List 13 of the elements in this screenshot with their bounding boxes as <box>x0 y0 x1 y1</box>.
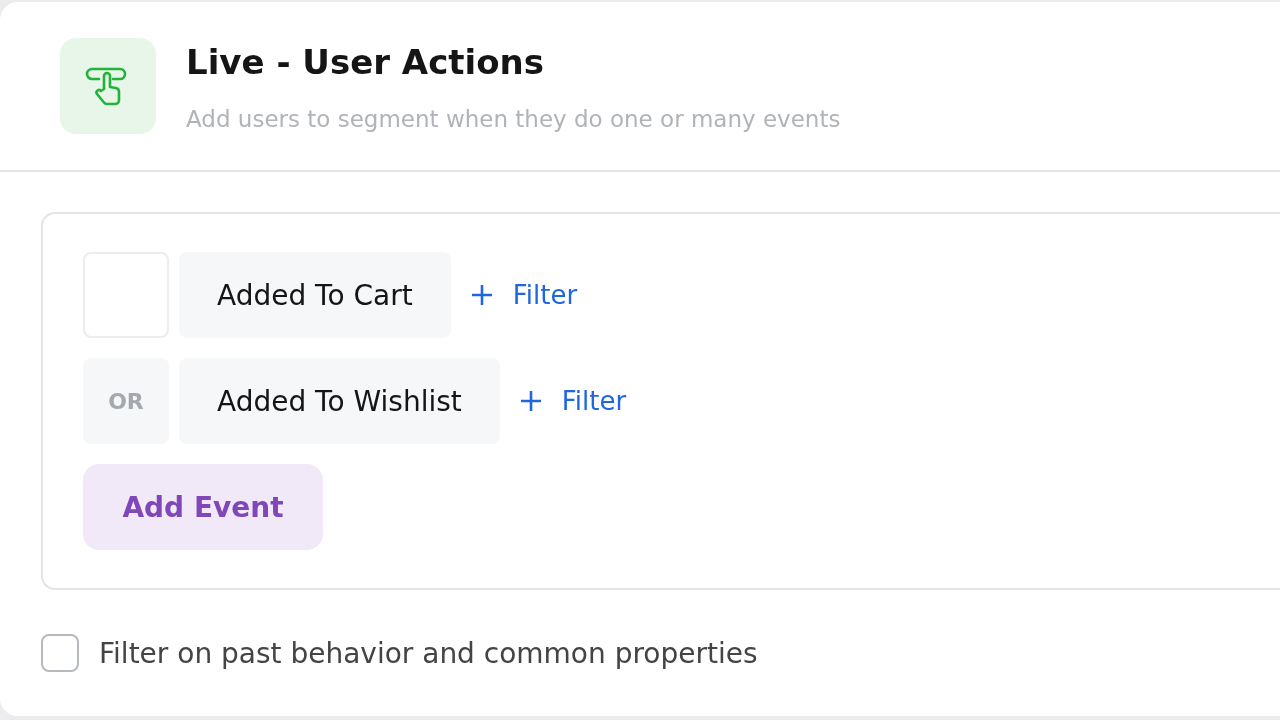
tap-icon <box>60 38 156 134</box>
event-chip[interactable]: Added To Wishlist <box>179 358 500 444</box>
checkbox-label: Filter on past behavior and common properties <box>99 636 758 670</box>
or-connector: OR <box>83 358 169 444</box>
event-chip[interactable]: Added To Cart <box>179 252 451 338</box>
page-subtitle: Add users to segment when they do one or many events <box>186 105 841 134</box>
add-filter-link[interactable]: Filter <box>470 280 578 310</box>
add-filter-link[interactable]: Filter <box>519 386 627 416</box>
checkbox[interactable] <box>41 634 79 672</box>
plus-icon <box>519 390 542 412</box>
plus-icon <box>470 284 493 306</box>
page-title: Live - User Actions <box>186 41 545 84</box>
add-event-button[interactable]: Add Event <box>83 464 323 550</box>
